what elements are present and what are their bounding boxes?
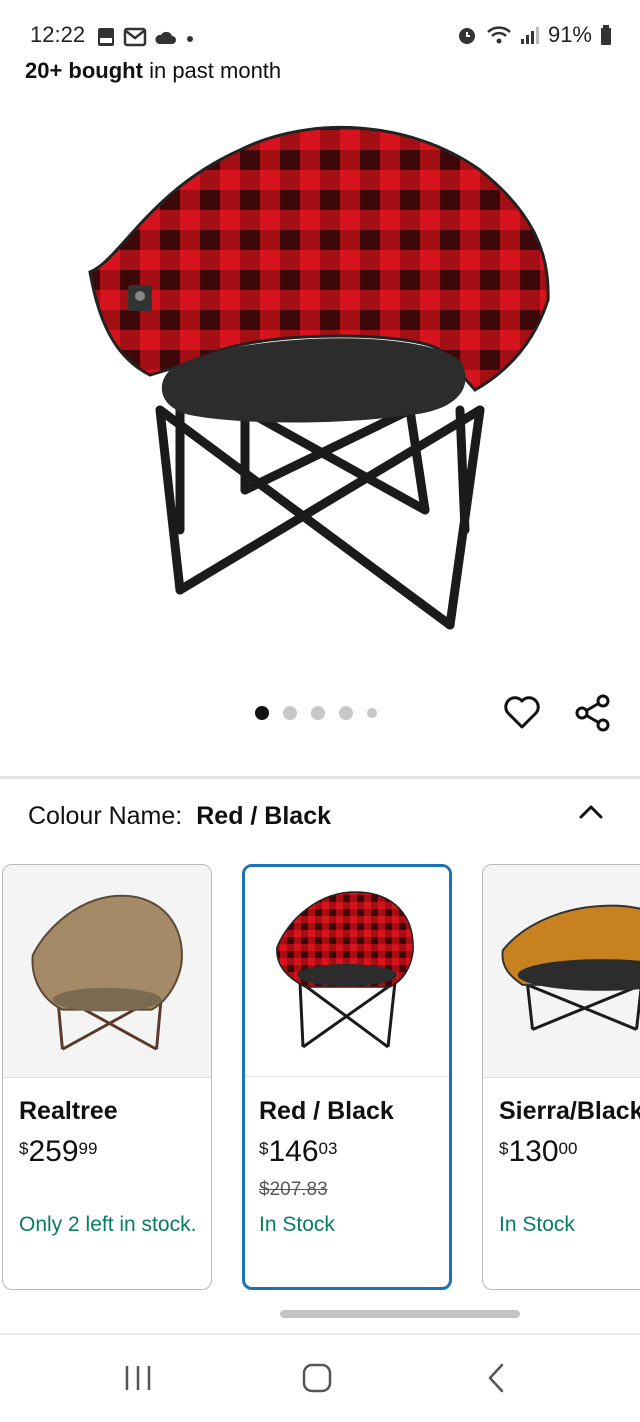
selected-colour: Red / Black <box>196 802 332 830</box>
section-divider <box>0 776 640 779</box>
wifi-icon <box>487 26 511 44</box>
colour-option-price: $146 03 <box>259 1135 337 1169</box>
colour-option-image <box>3 865 211 1078</box>
carousel-dot[interactable] <box>283 706 297 720</box>
heart-icon[interactable] <box>502 692 542 732</box>
price-cents: 00 <box>558 1139 578 1158</box>
battery-icon <box>601 25 611 45</box>
price-whole: 259 <box>28 1135 79 1168</box>
colour-option-name: Realtree <box>19 1097 118 1125</box>
home-icon[interactable] <box>300 1360 334 1396</box>
pdf-icon <box>98 28 114 46</box>
colour-option-price: $259 99 <box>19 1135 97 1169</box>
price-cents: 99 <box>78 1139 98 1158</box>
mail-icon <box>123 27 147 47</box>
dot-icon <box>187 36 193 42</box>
colour-option-price: $130 00 <box>499 1135 577 1169</box>
carousel-dot[interactable] <box>255 706 269 720</box>
stock-status: In Stock <box>499 1213 575 1236</box>
price-currency: $ <box>499 1139 509 1158</box>
product-image[interactable] <box>80 110 560 650</box>
share-icon[interactable] <box>572 692 614 734</box>
price-whole: 146 <box>268 1135 319 1168</box>
status-bar: 12:22 91% <box>0 0 640 60</box>
colour-options-carousel[interactable]: Realtree $259 99 Only 2 left in stock. R… <box>0 862 640 1294</box>
stock-status: Only 2 left in stock. <box>19 1213 197 1236</box>
price-cents: 03 <box>318 1139 338 1158</box>
carousel-dot[interactable] <box>311 706 325 720</box>
colour-selector-header[interactable]: Colour Name: Red / Black <box>28 802 331 831</box>
colour-option-card-selected[interactable]: Red / Black $146 03 $207.83 In Stock <box>242 864 452 1290</box>
bought-count-rest: in past month <box>149 58 282 83</box>
recent-apps-icon[interactable] <box>122 1360 154 1396</box>
carousel-dot[interactable] <box>367 708 377 718</box>
chevron-up-icon[interactable] <box>577 798 605 826</box>
bought-count-bold: 20+ bought <box>25 58 143 83</box>
price-currency: $ <box>259 1139 269 1158</box>
stock-status: In Stock <box>259 1213 335 1236</box>
colour-label: Colour Name: <box>28 802 183 830</box>
back-icon[interactable] <box>482 1360 512 1396</box>
system-navigation-bar <box>0 1340 640 1422</box>
colour-option-name: Sierra/Black <box>499 1097 640 1125</box>
carousel-scrollbar[interactable] <box>280 1310 520 1318</box>
colour-option-card[interactable]: Sierra/Black $130 00 In Stock <box>482 864 640 1290</box>
price-currency: $ <box>19 1139 29 1158</box>
list-price: $207.83 <box>259 1179 328 1200</box>
alarm-icon <box>458 28 475 44</box>
colour-option-image <box>483 865 640 1078</box>
image-carousel-indicator <box>255 706 377 720</box>
price-whole: 130 <box>508 1135 559 1168</box>
carousel-dot[interactable] <box>339 706 353 720</box>
status-time: 12:22 <box>30 22 86 47</box>
colour-option-image <box>245 867 449 1077</box>
signal-icon <box>520 27 539 44</box>
bought-count: 20+ bought in past month <box>25 58 281 84</box>
section-divider <box>0 1333 640 1335</box>
colour-option-name: Red / Black <box>259 1097 394 1125</box>
battery-percent: 91% <box>547 22 592 47</box>
colour-option-card[interactable]: Realtree $259 99 Only 2 left in stock. <box>2 864 212 1290</box>
cloud-icon <box>155 31 176 44</box>
